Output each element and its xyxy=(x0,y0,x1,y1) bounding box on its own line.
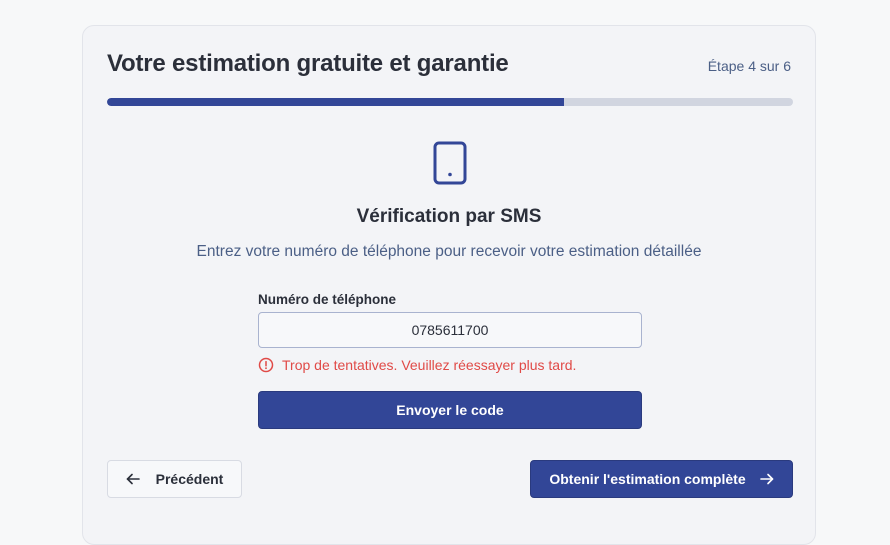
verification-subtitle: Entrez votre numéro de téléphone pour re… xyxy=(196,243,702,260)
phone-input[interactable] xyxy=(258,312,642,348)
step-indicator: Étape 4 sur 6 xyxy=(707,58,791,74)
progress-bar xyxy=(107,98,793,106)
phone-form: Numéro de téléphone Trop de tentatives. … xyxy=(258,292,642,429)
smartphone-icon xyxy=(433,141,467,185)
previous-label: Précédent xyxy=(155,471,224,487)
get-full-estimate-button[interactable]: Obtenir l'estimation complète xyxy=(530,460,793,498)
progress-bar-fill xyxy=(107,98,564,106)
phone-label: Numéro de téléphone xyxy=(258,292,397,307)
verification-title: Vérification par SMS xyxy=(356,206,542,227)
previous-button[interactable]: Précédent xyxy=(107,460,242,498)
alert-circle-icon xyxy=(258,357,274,373)
get-full-estimate-label: Obtenir l'estimation complète xyxy=(549,471,746,487)
estimation-card: Votre estimation gratuite et garantie Ét… xyxy=(82,25,816,545)
send-code-button[interactable]: Envoyer le code xyxy=(258,391,642,429)
error-text: Trop de tentatives. Veuillez réessayer p… xyxy=(282,357,577,373)
error-message: Trop de tentatives. Veuillez réessayer p… xyxy=(258,357,642,373)
arrow-left-icon xyxy=(126,473,140,485)
page-title: Votre estimation gratuite et garantie xyxy=(107,50,509,77)
send-code-label: Envoyer le code xyxy=(396,402,504,418)
arrow-right-icon xyxy=(759,473,773,485)
